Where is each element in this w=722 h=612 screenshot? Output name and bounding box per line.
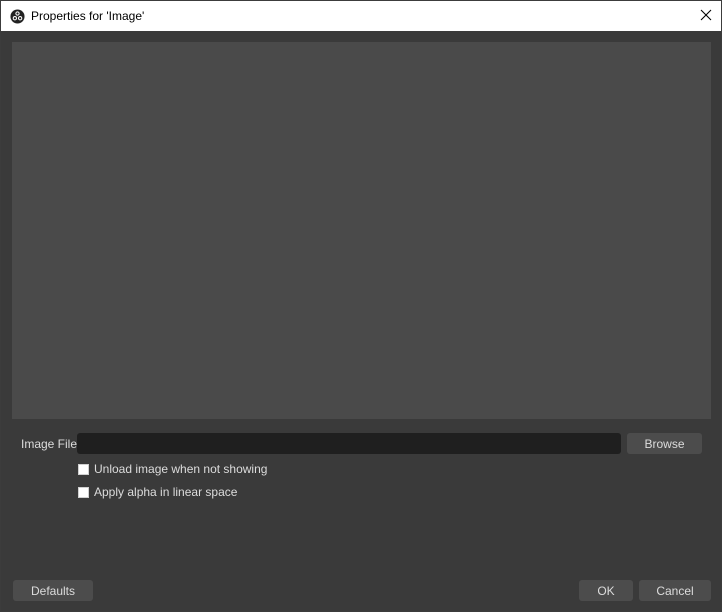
linear-alpha-checkbox[interactable] [78, 486, 89, 498]
linear-alpha-option[interactable]: Apply alpha in linear space [78, 485, 237, 499]
image-preview [12, 42, 711, 419]
properties-dialog: Properties for 'Image' Image File Browse… [0, 0, 722, 612]
unload-image-option[interactable]: Unload image when not showing [78, 462, 267, 476]
unload-image-checkbox[interactable] [78, 463, 89, 475]
close-icon [700, 9, 712, 24]
defaults-button[interactable]: Defaults [13, 580, 93, 601]
close-button[interactable] [691, 1, 721, 31]
browse-button[interactable]: Browse [627, 433, 702, 454]
ok-button[interactable]: OK [579, 580, 633, 601]
linear-alpha-label: Apply alpha in linear space [94, 485, 238, 499]
cancel-button[interactable]: Cancel [639, 580, 711, 601]
obs-logo-icon [10, 9, 25, 24]
image-file-input[interactable] [77, 433, 621, 454]
image-file-label: Image File [21, 437, 78, 451]
window-title: Properties for 'Image' [31, 9, 145, 23]
title-bar: Properties for 'Image' [1, 1, 721, 31]
unload-image-label: Unload image when not showing [94, 462, 268, 476]
